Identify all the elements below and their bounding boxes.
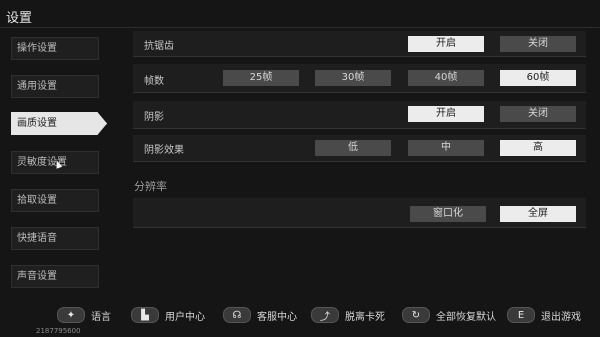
sidebar-item-label: 声音设置 xyxy=(17,271,57,282)
setting-label: 帧数 xyxy=(144,76,164,87)
footer-label: 全部恢复默认 xyxy=(436,311,496,323)
shadow-quality-high-button[interactable]: 高 xyxy=(500,140,576,156)
fullscreen-button[interactable]: 全屏 xyxy=(500,206,576,222)
setting-row-fps: 帧数 25帧 30帧 40帧 60帧 xyxy=(133,64,586,93)
customer-service-button[interactable]: ☊ 客服中心 xyxy=(223,306,297,324)
restore-defaults-button[interactable]: ↻ 全部恢复默认 xyxy=(402,306,496,324)
sidebar-item-label: 快捷语音 xyxy=(17,233,57,244)
page-title: 设置 xyxy=(6,11,33,26)
language-button[interactable]: ✦ 语言 xyxy=(57,306,111,324)
header-divider xyxy=(0,27,600,28)
fps-30-button[interactable]: 30帧 xyxy=(315,70,391,86)
sidebar-item-pickup[interactable]: 拾取设置 xyxy=(11,189,99,212)
setting-label: 阴影 xyxy=(144,112,164,123)
footer-label: 脱离卡死 xyxy=(345,311,385,323)
user-id-text: 2187795600 xyxy=(36,327,81,335)
setting-label: 阴影效果 xyxy=(144,145,184,156)
exit-game-icon: E xyxy=(507,307,535,323)
unstuck-button[interactable]: ⤴ 脱离卡死 xyxy=(311,306,385,324)
shadow-quality-medium-button[interactable]: 中 xyxy=(408,140,484,156)
setting-row-shadow-quality: 阴影效果 低 中 高 xyxy=(133,135,586,162)
section-title-resolution: 分辨率 xyxy=(134,180,167,193)
footer-label: 用户中心 xyxy=(165,311,205,323)
sidebar-item-general[interactable]: 通用设置 xyxy=(11,75,99,98)
footer-label: 退出游戏 xyxy=(541,311,581,323)
language-icon: ✦ xyxy=(57,307,85,323)
setting-label: 抗锯齿 xyxy=(144,41,174,52)
shadow-quality-low-button[interactable]: 低 xyxy=(315,140,391,156)
fps-60-button[interactable]: 60帧 xyxy=(500,70,576,86)
sidebar-item-sound[interactable]: 声音设置 xyxy=(11,265,99,288)
user-center-button[interactable]: ▙ 用户中心 xyxy=(131,306,205,324)
sidebar-item-label: 画质设置 xyxy=(17,118,57,129)
sidebar-item-controls[interactable]: 操作设置 xyxy=(11,37,99,60)
sidebar-item-label: 操作设置 xyxy=(17,43,57,54)
sidebar-item-quick-voice[interactable]: 快捷语音 xyxy=(11,227,99,250)
sidebar-item-graphics[interactable]: 画质设置 xyxy=(11,112,107,135)
user-center-icon: ▙ xyxy=(131,307,159,323)
restore-default-icon: ↻ xyxy=(402,307,430,323)
fps-40-button[interactable]: 40帧 xyxy=(408,70,484,86)
antialias-off-button[interactable]: 关闭 xyxy=(500,36,576,52)
setting-row-display-mode: 窗口化 全屏 xyxy=(133,198,586,228)
setting-row-shadow: 阴影 开启 关闭 xyxy=(133,101,586,129)
windowed-button[interactable]: 窗口化 xyxy=(410,206,486,222)
footer-label: 语言 xyxy=(91,311,111,323)
footer-label: 客服中心 xyxy=(257,311,297,323)
unstuck-icon: ⤴ xyxy=(311,307,339,323)
customer-service-icon: ☊ xyxy=(223,307,251,323)
antialias-on-button[interactable]: 开启 xyxy=(408,36,484,52)
exit-game-button[interactable]: E 退出游戏 xyxy=(507,306,581,324)
setting-row-antialias: 抗锯齿 开启 关闭 xyxy=(133,31,586,57)
fps-25-button[interactable]: 25帧 xyxy=(223,70,299,86)
shadow-off-button[interactable]: 关闭 xyxy=(500,106,576,122)
shadow-on-button[interactable]: 开启 xyxy=(408,106,484,122)
sidebar-item-label: 拾取设置 xyxy=(17,195,57,206)
sidebar-item-label: 通用设置 xyxy=(17,81,57,92)
